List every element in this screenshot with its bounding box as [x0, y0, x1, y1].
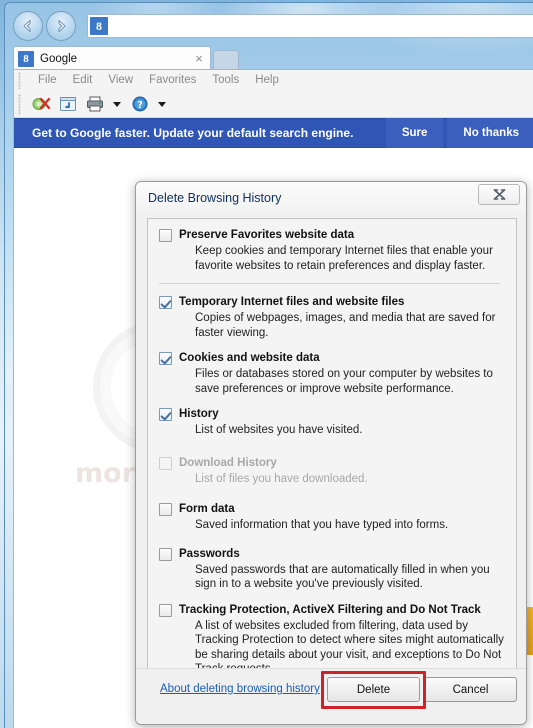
menu-view[interactable]: View [100, 74, 141, 86]
option-title: Form data [179, 503, 235, 515]
print-dropdown-caret[interactable] [111, 93, 123, 115]
option-form-data[interactable]: Form data Saved information that you hav… [158, 502, 506, 533]
dialog-options-list[interactable]: Preserve Favorites website data Keep coo… [147, 218, 517, 669]
checkbox-temporary-internet-files[interactable] [159, 296, 172, 309]
option-title: Download History [179, 456, 277, 469]
checkbox-passwords[interactable] [159, 547, 172, 561]
print-icon[interactable] [84, 93, 106, 115]
checkbox-preserve-favorites[interactable] [159, 229, 172, 242]
option-description: Saved information that you have typed in… [195, 519, 449, 531]
menu-help[interactable]: Help [247, 74, 287, 86]
option-description: Files or databases stored on your comput… [195, 368, 493, 395]
checkbox-tracking-protection[interactable] [159, 603, 172, 617]
option-description: Copies of webpages, images, and media th… [195, 312, 496, 339]
divider [159, 283, 500, 284]
google-favicon: 8 [90, 17, 108, 35]
address-bar[interactable]: 8 [87, 14, 533, 38]
help-icon[interactable]: ? [129, 93, 151, 115]
close-x-icon [492, 188, 507, 201]
checkbox-cookies-and-website-data[interactable] [159, 352, 172, 365]
tab-google[interactable]: 8 Google × [13, 46, 211, 70]
browser-tab-strip: 8 Google × [5, 44, 533, 70]
close-icon[interactable]: × [192, 51, 206, 66]
option-passwords[interactable]: Passwords Saved passwords that are autom… [158, 547, 506, 592]
page-accent-orange [526, 607, 533, 655]
arrow-right-icon [52, 17, 70, 35]
option-description: Saved passwords that are automatically f… [195, 563, 490, 591]
option-download-history: Download History List of files you have … [158, 456, 506, 487]
delete-browsing-history-dialog: Delete Browsing History Preserve Favorit… [135, 181, 527, 725]
checkbox-history[interactable] [159, 408, 172, 421]
option-tracking-protection[interactable]: Tracking Protection, ActiveX Filtering a… [158, 603, 506, 669]
read-mail-icon[interactable] [57, 93, 79, 115]
dialog-close-button[interactable] [478, 184, 520, 205]
notification-message: Get to Google faster. Update your defaul… [32, 126, 354, 140]
checkbox-form-data[interactable] [159, 503, 172, 516]
browser-navigation-bar: 8 [5, 8, 533, 44]
command-bar: ? [14, 91, 533, 118]
menu-tools[interactable]: Tools [204, 74, 247, 86]
delete-button[interactable]: Delete [327, 677, 420, 702]
dialog-title: Delete Browsing History [148, 191, 282, 205]
option-title: Passwords [179, 547, 240, 560]
notification-bar: Get to Google faster. Update your defaul… [14, 118, 533, 148]
google-favicon: 8 [18, 50, 34, 67]
menu-file[interactable]: File [30, 74, 65, 86]
menu-edit[interactable]: Edit [65, 74, 101, 86]
help-dropdown-caret[interactable] [156, 93, 168, 115]
option-temporary-internet-files[interactable]: Temporary Internet files and website fil… [158, 295, 506, 340]
option-title: Preserve Favorites website data [179, 229, 355, 241]
safety-delete-icon[interactable] [30, 93, 52, 115]
option-description: A list of websites excluded from filteri… [195, 619, 504, 669]
tab-title: Google [40, 52, 78, 65]
menu-bar-grip[interactable] [18, 72, 21, 89]
dialog-footer: About deleting browsing history Delete C… [136, 668, 526, 724]
dialog-titlebar: Delete Browsing History [136, 182, 526, 214]
arrow-left-icon [19, 17, 37, 35]
option-title: Cookies and website data [179, 352, 320, 364]
option-cookies-and-website-data[interactable]: Cookies and website data Files or databa… [158, 351, 506, 396]
browser-window: 8 8 Google × File Edit View Favorites To… [4, 2, 533, 728]
chevron-down-icon [113, 101, 121, 107]
cancel-button[interactable]: Cancel [424, 677, 517, 702]
forward-button[interactable] [46, 11, 76, 41]
command-bar-grip[interactable] [18, 94, 21, 115]
checkbox-download-history [159, 456, 172, 470]
option-preserve-favorites[interactable]: Preserve Favorites website data Keep coo… [158, 228, 506, 284]
back-button[interactable] [13, 11, 43, 41]
chevron-down-icon [158, 101, 166, 107]
menu-favorites[interactable]: Favorites [141, 74, 204, 86]
option-description: Keep cookies and temporary Internet file… [195, 245, 493, 272]
option-history[interactable]: History List of websites you have visite… [158, 407, 506, 438]
notification-accept-button[interactable]: Sure [385, 118, 444, 148]
about-deleting-browsing-history-link[interactable]: About deleting browsing history [160, 683, 320, 695]
option-title: History [179, 408, 219, 420]
svg-text:?: ? [137, 100, 143, 111]
option-title: Tracking Protection, ActiveX Filtering a… [179, 603, 481, 616]
option-title: Temporary Internet files and website fil… [179, 296, 405, 308]
notification-decline-button[interactable]: No thanks [447, 118, 533, 148]
menu-bar: File Edit View Favorites Tools Help [14, 70, 533, 91]
option-description: List of files you have downloaded. [195, 472, 368, 485]
screenshot-root: 8 8 Google × File Edit View Favorites To… [0, 0, 533, 728]
option-description: List of websites you have visited. [195, 424, 363, 436]
new-tab-button[interactable] [213, 50, 239, 70]
